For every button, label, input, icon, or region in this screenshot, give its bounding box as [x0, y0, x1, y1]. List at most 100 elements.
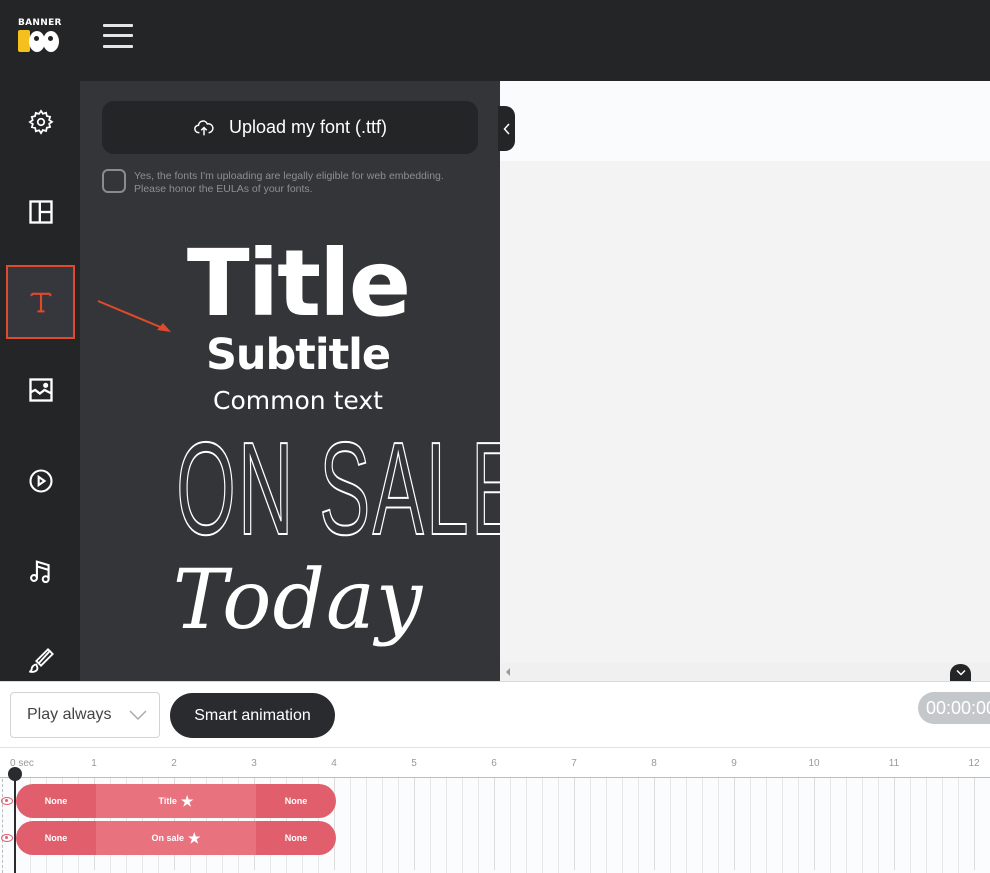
- text-panel: Upload my font (.ttf) Yes, the fonts I'm…: [80, 81, 500, 681]
- smart-animation-button[interactable]: Smart animation: [170, 693, 335, 738]
- license-checkbox[interactable]: [102, 169, 126, 193]
- chevron-down-icon: [955, 669, 966, 676]
- logo-text: BANNER: [18, 18, 62, 28]
- font-license-consent: Yes, the fonts I'm uploading are legally…: [102, 169, 482, 196]
- grid-line: [478, 769, 479, 873]
- expand-timeline-button[interactable]: [950, 664, 971, 681]
- grid-line: [958, 769, 959, 873]
- tick-label: 12: [968, 758, 980, 769]
- chevron-down-icon: [129, 710, 147, 721]
- grid-line: [574, 766, 575, 870]
- tick-label: 4: [331, 758, 337, 769]
- horizontal-scrollbar[interactable]: [500, 663, 990, 681]
- play-circle-icon: [28, 469, 53, 493]
- sidebar-item-images[interactable]: [6, 353, 75, 427]
- grid-line: [798, 769, 799, 873]
- tick-label: 3: [251, 758, 257, 769]
- star-icon: ★: [187, 829, 201, 846]
- grid-line: [430, 769, 431, 873]
- chevron-left-icon: [502, 122, 510, 135]
- text-icon: [30, 292, 51, 313]
- grid-line: [718, 769, 719, 873]
- grid-line: [638, 769, 639, 873]
- tick-label: 9: [731, 758, 737, 769]
- consent-text: Yes, the fonts I'm uploading are legally…: [134, 170, 444, 195]
- tick-label: 7: [571, 758, 577, 769]
- scroll-left-icon[interactable]: [506, 668, 510, 676]
- top-bar: BANNER: [0, 0, 990, 81]
- grid-line: [350, 769, 351, 873]
- play-mode-value: Play always: [27, 706, 112, 723]
- grid-line: [926, 769, 927, 873]
- track-out-animation[interactable]: None: [256, 784, 336, 818]
- grid-line: [654, 766, 655, 870]
- grid-line: [526, 769, 527, 873]
- animation-controls: Play always Smart animation 00:00:00: [0, 681, 990, 748]
- grid-line: [446, 769, 447, 873]
- cloud-upload-icon: [194, 119, 214, 135]
- tick-label: 2: [171, 758, 177, 769]
- tick-label: 6: [491, 758, 497, 769]
- track-title[interactable]: None Title ★ None: [16, 784, 336, 818]
- hamburger-menu-icon[interactable]: [103, 24, 133, 48]
- grid-line: [414, 766, 415, 870]
- playhead-handle[interactable]: [8, 767, 22, 781]
- grid-line: [750, 769, 751, 873]
- grid-line: [670, 769, 671, 873]
- canvas-toolbar-area: [500, 81, 990, 161]
- annotation-arrow: [97, 300, 171, 332]
- layout-icon: [28, 200, 53, 224]
- tick-label: 8: [651, 758, 657, 769]
- sidebar-item-settings[interactable]: [6, 85, 75, 159]
- playhead[interactable]: [14, 769, 16, 873]
- eye-icon[interactable]: [1, 834, 13, 842]
- sidebar-item-audio[interactable]: [6, 534, 75, 608]
- track-in-animation[interactable]: None: [16, 784, 96, 818]
- sidebar-item-layouts[interactable]: [6, 175, 75, 249]
- timeline-ruler[interactable]: 0 sec 1 2 3 4 5 6 7 8 9 10 11 12: [0, 749, 990, 778]
- grid-line: [686, 769, 687, 873]
- sidebar-item-video[interactable]: [6, 444, 75, 518]
- timeline: 0 sec 1 2 3 4 5 6 7 8 9 10 11 12 None Title ★ None N…: [0, 749, 990, 873]
- grid-line: [702, 769, 703, 873]
- grid-line: [622, 769, 623, 873]
- track-out-animation[interactable]: None: [256, 821, 336, 855]
- track-label[interactable]: Title ★: [96, 784, 256, 818]
- time-display: 00:00:00: [918, 692, 990, 724]
- grid-line: [782, 769, 783, 873]
- grid-line: [846, 769, 847, 873]
- play-mode-select[interactable]: Play always: [10, 692, 160, 738]
- grid-line: [558, 769, 559, 873]
- sample-common-text[interactable]: Common text: [88, 385, 500, 417]
- grid-line: [878, 769, 879, 873]
- sidebar-item-text[interactable]: [6, 265, 75, 339]
- collapse-panel-button[interactable]: [498, 106, 515, 151]
- image-icon: [28, 378, 53, 402]
- grid-line: [734, 766, 735, 870]
- canvas-area[interactable]: [500, 161, 990, 663]
- track-in-animation[interactable]: None: [16, 821, 96, 855]
- grid-line: [366, 769, 367, 873]
- tick-label: 10: [808, 758, 820, 769]
- track-on-sale[interactable]: None On sale ★ None: [16, 821, 336, 855]
- grid-line: [830, 769, 831, 873]
- grid-line: [766, 769, 767, 873]
- eye-icon[interactable]: [1, 797, 13, 805]
- grid-line: [910, 769, 911, 873]
- grid-line: [606, 769, 607, 873]
- grid-line: [494, 766, 495, 870]
- tick-label: 5: [411, 758, 417, 769]
- bannerboo-logo[interactable]: BANNER: [16, 18, 64, 56]
- grid-line: [398, 769, 399, 873]
- grid-line: [814, 766, 815, 870]
- music-note-icon: [29, 560, 50, 584]
- grid-line: [334, 766, 335, 870]
- tick-label: 11: [888, 758, 900, 769]
- sample-today[interactable]: Today: [88, 546, 500, 656]
- star-icon: ★: [180, 792, 194, 809]
- upload-font-button[interactable]: Upload my font (.ttf): [102, 101, 478, 154]
- grid-line: [974, 766, 975, 870]
- sample-on-sale[interactable]: ON SALE: [176, 418, 500, 560]
- grid-line: [894, 766, 895, 870]
- track-label[interactable]: On sale ★: [96, 821, 256, 855]
